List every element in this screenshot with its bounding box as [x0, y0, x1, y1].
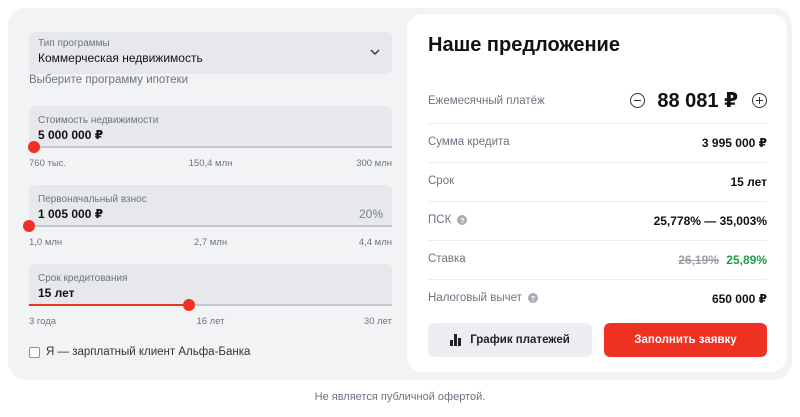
- bar-chart-icon: [450, 334, 462, 346]
- rate-values: 26,19% 25,89%: [678, 253, 767, 267]
- old-rate-value: 26,19%: [678, 253, 719, 267]
- program-type-select[interactable]: Тип программы Коммерческая недвижимость: [29, 32, 392, 74]
- salary-client-checkbox[interactable]: [29, 346, 40, 358]
- tick-min: 760 тыс.: [29, 158, 67, 169]
- plus-icon[interactable]: [752, 93, 767, 108]
- offer-title: Наше предложение: [428, 34, 620, 56]
- salary-client-checkbox-row[interactable]: Я — зарплатный клиент Альфа-Банка: [29, 344, 250, 360]
- psk-value: 25,778% — 35,003%: [653, 214, 767, 228]
- program-type-label: Тип программы: [38, 38, 110, 49]
- tax-deduction-value: 650 000 ₽: [711, 292, 767, 306]
- tick-mid: 2,7 млн: [193, 237, 228, 248]
- program-type-value: Коммерческая недвижимость: [38, 51, 203, 65]
- tick-min: 1,0 млн: [29, 237, 63, 248]
- offer-card: Наше предложение Ежемесячный платёж 88 0…: [407, 14, 787, 372]
- psk-label-wrap: ПСК ?: [428, 214, 468, 226]
- tick-mid: 150,4 млн: [188, 158, 233, 169]
- down-payment-track[interactable]: [23, 220, 392, 232]
- disclaimer: Не является публичной офертой.: [314, 391, 486, 403]
- loan-term-thumb[interactable]: [182, 299, 195, 311]
- payment-schedule-button[interactable]: График платежей: [428, 323, 592, 357]
- payment-schedule-label: График платежей: [470, 334, 570, 346]
- term-value: 15 лет: [730, 175, 767, 189]
- property-price-label: Стоимость недвижимости: [38, 115, 159, 126]
- loan-amount-label: Сумма кредита: [428, 136, 510, 148]
- rate-label: Ставка: [428, 253, 466, 265]
- loan-term-value[interactable]: 15 лет: [38, 286, 75, 300]
- new-rate-value: 25,89%: [726, 253, 767, 267]
- down-payment-value[interactable]: 1 005 000 ₽: [38, 207, 103, 221]
- monthly-payment-value: 88 081 ₽: [657, 90, 738, 112]
- term-label: Срок: [428, 175, 455, 187]
- property-price-value[interactable]: 5 000 000 ₽: [38, 128, 103, 142]
- monthly-payment-label: Ежемесячный платёж: [428, 95, 545, 107]
- salary-client-label: Я — зарплатный клиент Альфа-Банка: [46, 346, 251, 358]
- tick-min: 3 года: [29, 316, 57, 327]
- loan-amount-value: 3 995 000 ₽: [701, 136, 767, 150]
- psk-row: ПСК ? 25,778% — 35,003%: [428, 202, 767, 241]
- info-icon[interactable]: ?: [527, 293, 538, 303]
- psk-label: ПСК: [428, 214, 452, 226]
- down-payment-thumb[interactable]: [23, 220, 35, 232]
- tick-mid: 16 лет: [196, 316, 225, 327]
- tax-deduction-label: Налоговый вычет: [428, 292, 522, 304]
- info-icon[interactable]: ?: [457, 215, 468, 225]
- property-price-track[interactable]: [28, 141, 392, 153]
- loan-term-track[interactable]: [29, 299, 392, 311]
- down-payment-percent: 20%: [358, 207, 383, 221]
- chevron-down-icon: [370, 49, 380, 55]
- loan-amount-row: Сумма кредита 3 995 000 ₽: [428, 124, 767, 163]
- loan-term-label: Срок кредитования: [38, 273, 128, 284]
- tax-deduction-row: Налоговый вычет ? 650 000 ₽: [428, 280, 767, 319]
- program-hint: Выберите программу ипотеки: [29, 74, 189, 86]
- monthly-payment-control: 88 081 ₽: [630, 88, 767, 113]
- tick-max: 4,4 млн: [358, 237, 392, 248]
- down-payment-field[interactable]: Первоначальный взнос 1 005 000 ₽ 20%: [23, 185, 392, 232]
- minus-icon[interactable]: [630, 93, 646, 108]
- apply-button[interactable]: Заполнить заявку: [604, 323, 767, 357]
- property-price-thumb[interactable]: [28, 141, 41, 153]
- monthly-payment-row: Ежемесячный платёж 88 081 ₽: [428, 80, 767, 124]
- down-payment-label: Первоначальный взнос: [38, 194, 147, 205]
- rate-row: Ставка 26,19% 25,89%: [428, 241, 767, 280]
- loan-term-fill: [29, 304, 189, 306]
- loan-term-field[interactable]: Срок кредитования 15 лет: [29, 264, 392, 311]
- tax-deduction-label-wrap: Налоговый вычет ?: [428, 292, 538, 304]
- term-row: Срок 15 лет: [428, 163, 767, 202]
- tick-max: 300 млн: [356, 158, 392, 169]
- tick-max: 30 лет: [363, 316, 392, 327]
- property-price-field[interactable]: Стоимость недвижимости 5 000 000 ₽: [28, 106, 392, 153]
